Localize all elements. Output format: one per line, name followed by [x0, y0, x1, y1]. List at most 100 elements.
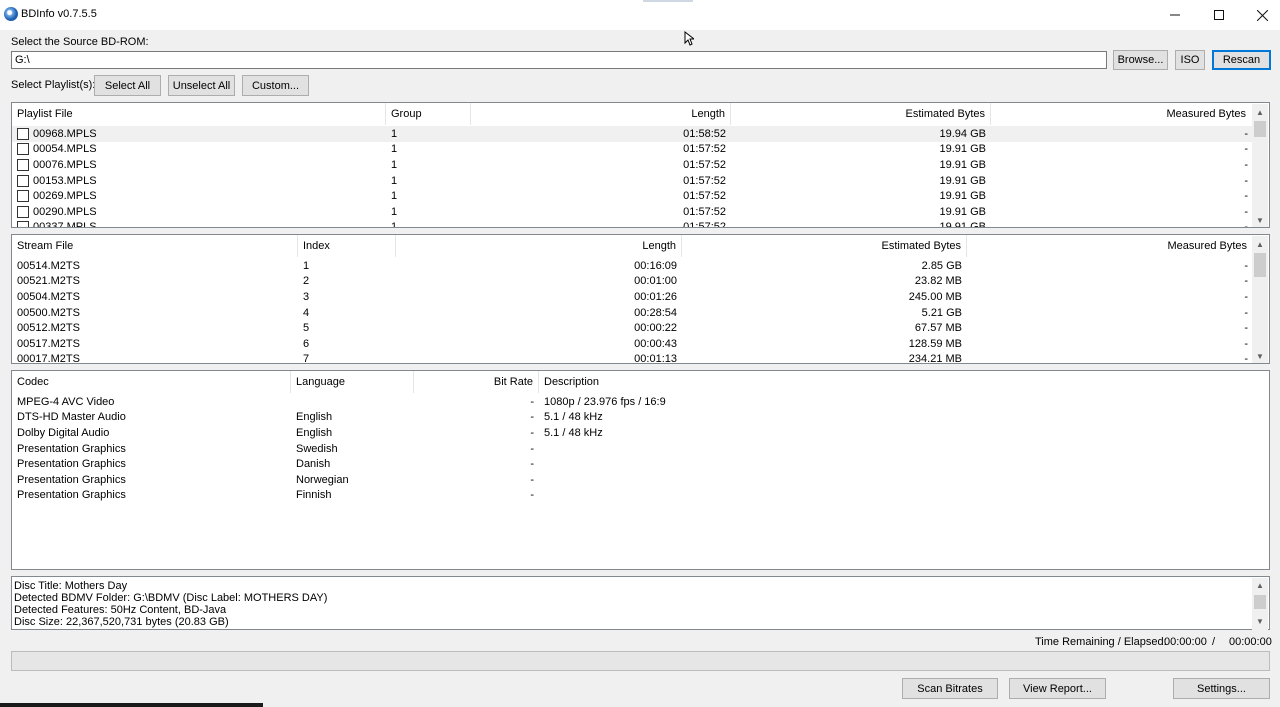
playlist-file-cell: 00076.MPLS	[12, 158, 386, 171]
playlist-row[interactable]: 00076.MPLS 1 01:57:52 19.91 GB -	[12, 157, 1253, 173]
stream-row[interactable]: 00517.M2TS 6 00:00:43 128.59 MB -	[12, 336, 1253, 352]
select-all-button[interactable]: Select All	[94, 75, 161, 96]
playlist-file-cell: 00337.MPLS	[12, 221, 386, 227]
col-group[interactable]: Group	[386, 103, 471, 125]
scroll-down-icon[interactable]: ▼	[1252, 348, 1268, 363]
scroll-down-icon[interactable]: ▼	[1252, 212, 1268, 227]
playlist-checkbox[interactable]	[17, 143, 29, 156]
col-codec[interactable]: Codec	[12, 371, 291, 393]
stream-row[interactable]: 00514.M2TS 1 00:16:09 2.85 GB -	[12, 258, 1253, 274]
stream-file: 00521.M2TS	[17, 275, 80, 288]
col-measured-bytes[interactable]: Measured Bytes	[991, 103, 1251, 125]
codec-description: 5.1 / 48 kHz	[544, 426, 603, 439]
playlist-file: 00269.MPLS	[33, 190, 97, 203]
title-bar-accent	[643, 0, 693, 2]
disc-info-scrollbar[interactable]: ▲ ▼	[1252, 578, 1268, 630]
disc-info-line: Disc Title: Mothers Day	[14, 580, 128, 592]
stream-measured-bytes: -	[1244, 259, 1248, 272]
stream-row[interactable]: 00504.M2TS 3 00:01:26 245.00 MB -	[12, 289, 1253, 305]
col-length[interactable]: Length	[471, 103, 731, 125]
playlist-row[interactable]: 00269.MPLS 1 01:57:52 19.91 GB -	[12, 188, 1253, 204]
codec-row[interactable]: Presentation Graphics Danish -	[12, 456, 1269, 472]
playlist-length: 01:57:52	[683, 174, 726, 187]
scroll-down-icon[interactable]: ▼	[1252, 614, 1268, 630]
stream-index: 3	[303, 290, 310, 303]
codec-name: DTS-HD Master Audio	[17, 411, 126, 424]
col-stream-estimated-bytes[interactable]: Estimated Bytes	[682, 235, 967, 257]
playlist-list[interactable]: Playlist File Group Length Estimated Byt…	[11, 102, 1270, 228]
playlist-file: 00968.MPLS	[33, 127, 97, 140]
stream-estimated-bytes: 128.59 MB	[908, 337, 962, 350]
col-stream-measured-bytes[interactable]: Measured Bytes	[967, 235, 1252, 257]
playlist-checkbox[interactable]	[17, 205, 29, 218]
col-description[interactable]: Description	[539, 371, 1239, 393]
unselect-all-button[interactable]: Unselect All	[168, 75, 235, 96]
playlist-row[interactable]: 00054.MPLS 1 01:57:52 19.91 GB -	[12, 142, 1253, 158]
view-report-button[interactable]: View Report...	[1009, 678, 1106, 699]
playlist-length: 01:57:52	[683, 221, 726, 228]
rescan-button[interactable]: Rescan	[1212, 50, 1271, 70]
scan-bitrates-button[interactable]: Scan Bitrates	[902, 678, 998, 699]
stream-file: 00500.M2TS	[17, 306, 80, 319]
playlist-row[interactable]: 00153.MPLS 1 01:57:52 19.91 GB -	[12, 173, 1253, 189]
stream-length: 00:01:13	[634, 353, 677, 364]
col-estimated-bytes[interactable]: Estimated Bytes	[731, 103, 991, 125]
stream-scrollbar[interactable]: ▲ ▼	[1252, 236, 1268, 363]
stream-file: 00514.M2TS	[17, 259, 80, 272]
codec-list[interactable]: Codec Language Bit Rate Description MPEG…	[11, 370, 1270, 570]
col-playlist-file[interactable]: Playlist File	[12, 103, 386, 125]
stream-row[interactable]: 00017.M2TS 7 00:01:13 234.21 MB -	[12, 352, 1253, 364]
playlist-checkbox[interactable]	[17, 127, 29, 140]
stream-row[interactable]: 00512.M2TS 5 00:00:22 67.57 MB -	[12, 320, 1253, 336]
playlist-row[interactable]: 00337.MPLS 1 01:57:52 19.91 GB -	[12, 220, 1253, 228]
codec-bit-rate: -	[530, 426, 534, 439]
col-bit-rate[interactable]: Bit Rate	[414, 371, 539, 393]
col-stream-file[interactable]: Stream File	[12, 235, 298, 257]
playlist-group: 1	[391, 143, 398, 156]
scroll-thumb[interactable]	[1254, 121, 1266, 137]
playlist-length: 01:57:52	[683, 205, 726, 218]
iso-button[interactable]: ISO	[1175, 50, 1205, 70]
codec-row[interactable]: MPEG-4 AVC Video -1080p / 23.976 fps / 16…	[12, 394, 1269, 410]
playlist-checkbox[interactable]	[17, 174, 29, 187]
playlist-group: 1	[391, 158, 398, 171]
codec-row[interactable]: Presentation Graphics Finnish -	[12, 488, 1269, 504]
codec-row[interactable]: Dolby Digital Audio English -5.1 / 48 kHz	[12, 425, 1269, 441]
col-stream-length[interactable]: Length	[396, 235, 682, 257]
stream-row[interactable]: 00521.M2TS 2 00:01:00 23.82 MB -	[12, 274, 1253, 290]
playlist-checkbox[interactable]	[17, 190, 29, 203]
time-separator: /	[1212, 636, 1216, 648]
playlist-group: 1	[391, 127, 398, 140]
browse-button[interactable]: Browse...	[1113, 50, 1168, 70]
playlist-scrollbar[interactable]: ▲ ▼	[1252, 104, 1268, 227]
playlist-checkbox[interactable]	[17, 221, 29, 227]
close-button[interactable]	[1239, 0, 1280, 30]
custom-button[interactable]: Custom...	[242, 75, 309, 96]
scroll-thumb[interactable]	[1254, 595, 1266, 609]
playlist-row[interactable]: 00968.MPLS 1 01:58:52 19.94 GB -	[12, 126, 1253, 142]
playlist-length: 01:57:52	[683, 190, 726, 203]
settings-button[interactable]: Settings...	[1173, 678, 1270, 699]
disc-info-box[interactable]: Disc Title: Mothers Day Detected BDMV Fol…	[11, 576, 1270, 630]
codec-row[interactable]: DTS-HD Master Audio English -5.1 / 48 kHz	[12, 410, 1269, 426]
playlist-checkbox[interactable]	[17, 158, 29, 171]
col-index[interactable]: Index	[298, 235, 396, 257]
scroll-up-icon[interactable]: ▲	[1252, 104, 1268, 120]
stream-length: 00:00:22	[634, 322, 677, 335]
playlist-row[interactable]: 00290.MPLS 1 01:57:52 19.91 GB -	[12, 204, 1253, 220]
scroll-thumb[interactable]	[1254, 253, 1266, 277]
stream-measured-bytes: -	[1244, 337, 1248, 350]
col-language[interactable]: Language	[291, 371, 414, 393]
scroll-up-icon[interactable]: ▲	[1252, 578, 1268, 594]
scroll-up-icon[interactable]: ▲	[1252, 236, 1268, 252]
codec-row[interactable]: Presentation Graphics Norwegian -	[12, 472, 1269, 488]
maximize-button[interactable]	[1196, 0, 1242, 30]
stream-row[interactable]: 00500.M2TS 4 00:28:54 5.21 GB -	[12, 305, 1253, 321]
stream-list[interactable]: Stream File Index Length Estimated Bytes…	[11, 234, 1270, 364]
playlist-group: 1	[391, 221, 398, 228]
time-elapsed: 00:00:00	[1229, 636, 1272, 648]
minimize-button[interactable]	[1152, 0, 1198, 30]
stream-header: Stream File Index Length Estimated Bytes…	[12, 235, 1252, 257]
codec-row[interactable]: Presentation Graphics Swedish -	[12, 441, 1269, 457]
source-path-input[interactable]: G:\	[11, 51, 1107, 69]
